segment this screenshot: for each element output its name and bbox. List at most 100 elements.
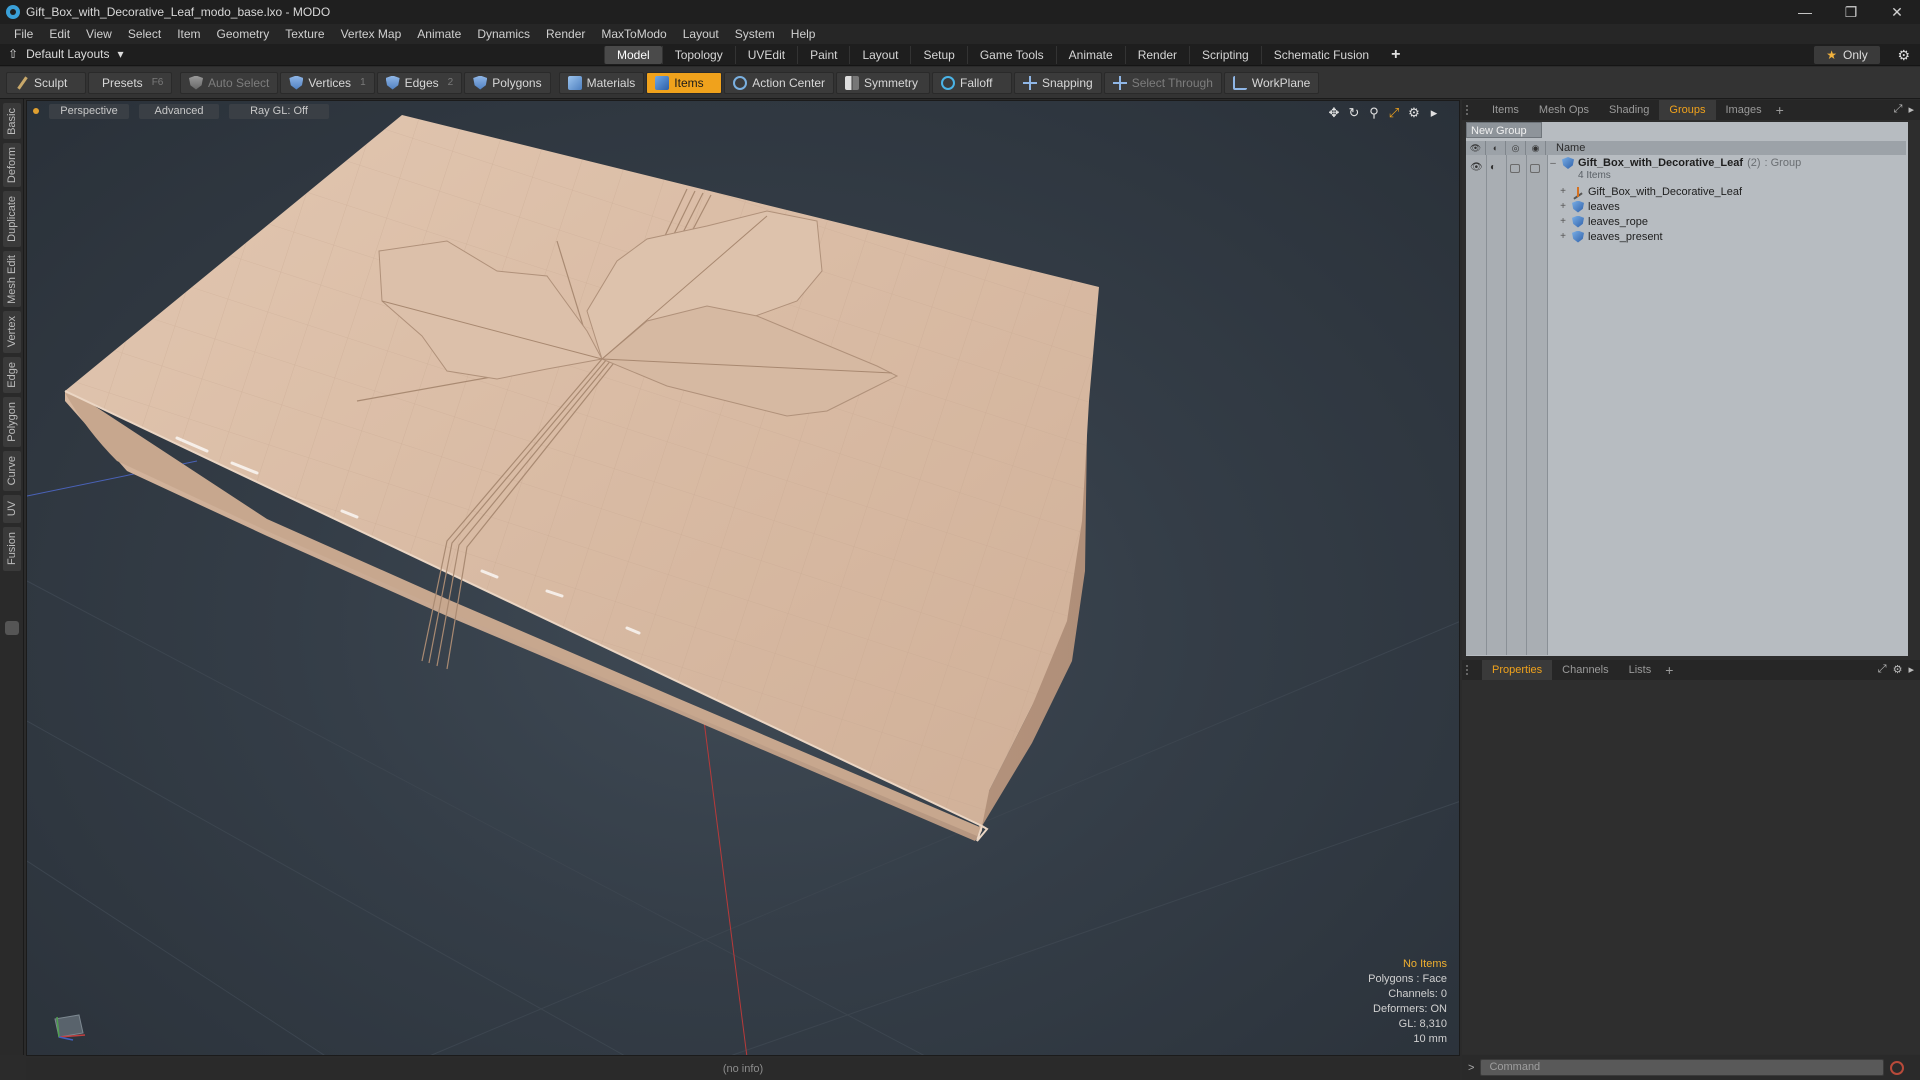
group-visibility-icon[interactable]: 👁 [1470, 162, 1483, 173]
expand-icon[interactable]: + [1558, 201, 1568, 212]
tab-groups[interactable]: Groups [1659, 100, 1716, 120]
vtab-polygon[interactable]: Polygon [3, 397, 21, 447]
rotate-icon[interactable]: ↻ [1347, 105, 1361, 121]
menu-dynamics[interactable]: Dynamics [469, 24, 538, 44]
group-row[interactable]: – Gift_Box_with_Decorative_Leaf (2) : Gr… [1548, 156, 1906, 170]
expand-arrow-icon[interactable]: ▸ [1427, 105, 1441, 121]
workplane-button[interactable]: WorkPlane [1223, 71, 1320, 94]
panel-menu-arrow-icon[interactable]: ▸ [1908, 663, 1914, 676]
vtab-basic[interactable]: Basic [3, 103, 21, 139]
layout-selector[interactable]: ⇧ Default Layouts ▾ [8, 47, 123, 61]
viewport-menu-icon[interactable] [33, 108, 39, 114]
tab-paint[interactable]: Paint [797, 46, 849, 64]
maximize-panel-icon[interactable]: ⤢ [1878, 663, 1887, 676]
lock-column-icon[interactable]: ◎ [1506, 141, 1526, 155]
panel-grip-icon[interactable] [1466, 105, 1476, 115]
list-item[interactable]: + leaves_present [1548, 229, 1906, 244]
menu-item[interactable]: Item [169, 24, 208, 44]
edges-button[interactable]: Edges 2 [376, 71, 463, 94]
panel-grip-icon[interactable] [1466, 665, 1476, 675]
restore-button[interactable]: ❐ [1828, 0, 1874, 24]
tab-scripting[interactable]: Scripting [1189, 46, 1261, 64]
materials-button[interactable]: Materials [558, 71, 645, 94]
menu-system[interactable]: System [727, 24, 783, 44]
menu-animate[interactable]: Animate [409, 24, 469, 44]
tab-model[interactable]: Model [604, 46, 662, 64]
close-button[interactable]: ✕ [1874, 0, 1920, 24]
list-item[interactable]: + leaves [1548, 199, 1906, 214]
items-button[interactable]: Items [646, 71, 723, 94]
visibility-column-icon[interactable]: 👁 [1466, 141, 1486, 155]
tab-shading[interactable]: Shading [1599, 100, 1659, 120]
menu-help[interactable]: Help [783, 24, 824, 44]
menu-edit[interactable]: Edit [41, 24, 78, 44]
snapping-button[interactable]: Snapping [1013, 71, 1102, 94]
expand-icon[interactable]: + [1558, 186, 1568, 197]
falloff-button[interactable]: Falloff [931, 71, 1012, 94]
vtab-duplicate[interactable]: Duplicate [3, 191, 21, 247]
menu-file[interactable]: File [6, 24, 41, 44]
command-history-icon[interactable]: > [1468, 1062, 1474, 1074]
tab-mesh-ops[interactable]: Mesh Ops [1529, 100, 1599, 120]
add-panel-tab-button[interactable]: + [1772, 102, 1784, 118]
vtab-edge[interactable]: Edge [3, 357, 21, 393]
sculpt-button[interactable]: Sculpt [6, 71, 86, 94]
view-mode-dropdown[interactable]: Perspective [49, 103, 129, 119]
menu-layout[interactable]: Layout [675, 24, 727, 44]
tab-images[interactable]: Images [1716, 100, 1772, 120]
new-group-button[interactable]: New Group [1466, 122, 1542, 138]
menu-view[interactable]: View [78, 24, 120, 44]
select-column-icon[interactable]: ◉ [1526, 141, 1546, 155]
only-toggle[interactable]: ★ Only [1814, 46, 1880, 64]
panel-toggle-button[interactable] [5, 621, 19, 635]
render-column-icon[interactable]: ◐ [1486, 141, 1506, 155]
select-through-button[interactable]: Select Through [1103, 71, 1222, 94]
3d-viewport[interactable]: Perspective Advanced Ray GL: Off ✥ ↻ ⚲ ⤢… [26, 100, 1460, 1056]
group-lock-toggle[interactable] [1510, 164, 1520, 173]
tab-game-tools[interactable]: Game Tools [966, 46, 1056, 64]
collapse-icon[interactable]: ⇧ [8, 47, 18, 61]
minimize-button[interactable]: — [1782, 0, 1828, 24]
vtab-uv[interactable]: UV [3, 495, 21, 523]
tab-topology[interactable]: Topology [661, 46, 735, 64]
viewport-settings-icon[interactable]: ⚙ [1407, 105, 1421, 121]
polygons-button[interactable]: Polygons [464, 71, 551, 94]
tab-uvedit[interactable]: UVEdit [734, 46, 797, 64]
vtab-deform[interactable]: Deform [3, 143, 21, 187]
vertices-button[interactable]: Vertices 1 [280, 71, 375, 94]
tab-items[interactable]: Items [1482, 100, 1529, 120]
auto-select-button[interactable]: Auto Select [180, 71, 279, 94]
tab-layout[interactable]: Layout [849, 46, 910, 64]
panel-menu-arrow-icon[interactable]: ▸ [1908, 103, 1914, 116]
menu-texture[interactable]: Texture [277, 24, 332, 44]
vtab-curve[interactable]: Curve [3, 451, 21, 491]
raygl-toggle[interactable]: Ray GL: Off [229, 103, 329, 119]
add-tab-button[interactable]: + [1391, 46, 1400, 64]
menu-select[interactable]: Select [120, 24, 169, 44]
vtab-mesh-edit[interactable]: Mesh Edit [3, 251, 21, 307]
pan-icon[interactable]: ✥ [1327, 105, 1341, 121]
collapse-toggle-icon[interactable]: – [1548, 158, 1558, 169]
tab-lists[interactable]: Lists [1619, 660, 1662, 680]
zoom-icon[interactable]: ⚲ [1367, 105, 1381, 121]
symmetry-button[interactable]: Symmetry [835, 71, 930, 94]
list-item[interactable]: + leaves_rope [1548, 214, 1906, 229]
maximize-panel-icon[interactable]: ⤢ [1894, 103, 1903, 116]
tab-channels[interactable]: Channels [1552, 660, 1618, 680]
menu-render[interactable]: Render [538, 24, 593, 44]
name-column-header[interactable]: Name [1546, 141, 1585, 155]
expand-icon[interactable]: + [1558, 231, 1568, 242]
tab-properties[interactable]: Properties [1482, 660, 1553, 680]
presets-button[interactable]: Presets F6 [88, 71, 172, 94]
menu-vertex-map[interactable]: Vertex Map [333, 24, 410, 44]
tab-render[interactable]: Render [1124, 46, 1189, 64]
tab-setup[interactable]: Setup [910, 46, 966, 64]
group-render-icon[interactable]: ◐ [1490, 162, 1496, 173]
menu-maxtomodo[interactable]: MaxToModo [593, 24, 674, 44]
fit-icon[interactable]: ⤢ [1387, 105, 1401, 121]
menu-geometry[interactable]: Geometry [209, 24, 278, 44]
shading-dropdown[interactable]: Advanced [139, 103, 219, 119]
vtab-fusion[interactable]: Fusion [3, 527, 21, 571]
gear-icon[interactable]: ⚙ [1897, 47, 1910, 64]
tab-schematic-fusion[interactable]: Schematic Fusion [1260, 46, 1381, 64]
